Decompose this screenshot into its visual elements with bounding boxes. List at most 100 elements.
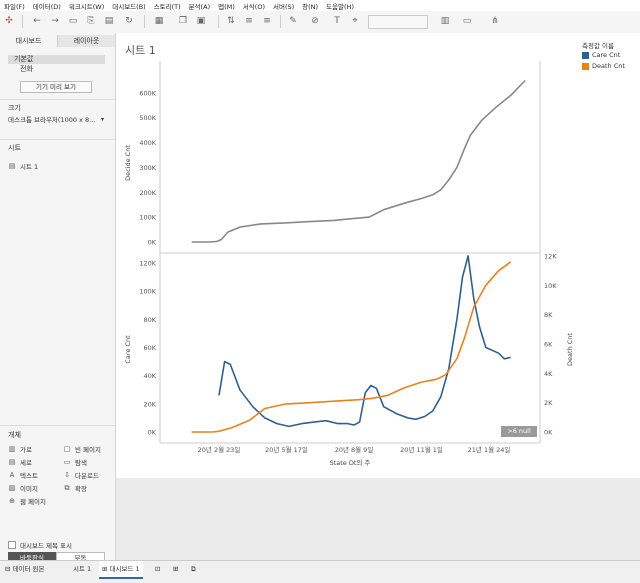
text-icon: A xyxy=(9,471,15,479)
blank-icon: □ xyxy=(63,445,71,453)
y2-tick-label: 10K xyxy=(544,282,557,290)
object-blank[interactable]: □ 빈 페이지 xyxy=(63,444,101,454)
new-story-icon[interactable]: ⧉ xyxy=(188,561,199,577)
horizontal-icon: ▥ xyxy=(8,445,16,453)
objects-title: 개체 xyxy=(8,431,21,439)
new-sheet-icon[interactable]: ⊡ xyxy=(152,561,163,577)
swap-icon[interactable]: ⇅ xyxy=(226,16,236,26)
menu-item[interactable]: 워크시트(W) xyxy=(69,1,104,11)
tab-sheet1[interactable]: 시트 1 xyxy=(70,561,94,577)
object-vertical[interactable]: ▤ 세로 xyxy=(8,457,32,467)
object-label: 웹 페이지 xyxy=(20,498,46,506)
clear-sheet-icon[interactable]: ▣ xyxy=(196,16,206,26)
new-dashboard-icon[interactable]: ⊞ xyxy=(170,561,181,577)
device-preview-button[interactable]: 기기 미리 보기 xyxy=(20,81,92,93)
datasource-icon: ⊟ xyxy=(5,565,11,573)
tab-dashboard[interactable]: 대시보드 xyxy=(0,35,57,47)
series-line-0 xyxy=(191,79,526,243)
datasource-tab-label: 데이터 원본 xyxy=(12,565,45,573)
new-worksheet-icon[interactable]: ▦ xyxy=(154,16,164,26)
undo-icon[interactable]: ← xyxy=(32,16,42,26)
sheet-item[interactable]: ▤ 시트 1 xyxy=(8,161,38,171)
menu-item[interactable]: 서식(O) xyxy=(243,1,265,11)
label-icon[interactable]: T xyxy=(332,16,342,26)
y2-tick-label: 6K xyxy=(544,341,553,349)
legend-title: 측정값 이름 xyxy=(582,42,614,50)
fit-dropdown[interactable] xyxy=(368,15,428,29)
legend-label: Death Cnt xyxy=(592,62,625,70)
toolbar-separator xyxy=(218,15,219,28)
y-tick-label: 120K xyxy=(139,260,156,268)
series-line-0 xyxy=(218,255,511,428)
legend-label: Care Cnt xyxy=(592,51,621,59)
null-badge[interactable]: >6 null xyxy=(501,426,537,437)
y-axis-label: Decide Cnt xyxy=(124,145,132,181)
show-title-row[interactable]: 대시보드 제목 표시 xyxy=(8,540,72,550)
show-title-checkbox[interactable] xyxy=(8,541,16,549)
dashboard-tab-label: 대시보드 1 xyxy=(109,565,140,573)
menu-item[interactable]: 데이터(D) xyxy=(33,1,61,11)
menu-item[interactable]: 분석(A) xyxy=(189,1,210,11)
object-image[interactable]: ▨ 이미지 xyxy=(8,483,38,493)
save-icon[interactable]: ▭ xyxy=(68,16,78,26)
group-icon[interactable]: ⊘ xyxy=(310,16,320,26)
tab-layout[interactable]: 레이아웃 xyxy=(57,35,115,47)
dashboard-pane: 대시보드 레이아웃 기본값 전화 기기 미리 보기 크기 데스크톱 브라우저(1… xyxy=(0,33,116,564)
redo-icon[interactable]: → xyxy=(50,16,60,26)
refresh-icon[interactable]: ↻ xyxy=(124,16,134,26)
chevron-down-icon[interactable]: ▾ xyxy=(101,116,104,123)
duplicate-icon[interactable]: ❐ xyxy=(178,16,188,26)
divider xyxy=(0,99,115,100)
object-text[interactable]: A 텍스트 xyxy=(8,470,38,480)
sheet-tabs-bar: ⊟ 데이터 원본 시트 1 ⊞ 대시보드 1 ⊡ ⊞ ⧉ xyxy=(0,560,640,583)
y2-tick-label: 0K xyxy=(544,429,553,437)
y-tick-label: 20K xyxy=(143,400,156,408)
x-tick-label: 20년 11월 1일 xyxy=(400,445,443,454)
y-tick-label: 500K xyxy=(139,114,156,122)
series-line-1 xyxy=(191,261,512,433)
divider xyxy=(0,425,115,426)
show-cards-icon[interactable]: ▥ xyxy=(440,16,450,26)
y-tick-label: 80K xyxy=(143,316,156,324)
object-extension[interactable]: ⧉ 확장 xyxy=(63,483,87,494)
highlight-icon[interactable]: ✎ xyxy=(288,16,298,26)
object-web[interactable]: ⊕ 웹 페이지 xyxy=(8,496,46,506)
menu-item[interactable]: 파일(F) xyxy=(4,1,25,11)
object-horizontal[interactable]: ▥ 가로 xyxy=(8,444,32,454)
presentation-icon[interactable]: ▭ xyxy=(462,16,472,26)
sort-descending-icon[interactable]: ≡ xyxy=(262,16,272,26)
x-tick-label: 20년 2월 23일 xyxy=(198,445,241,454)
y-tick-label: 0K xyxy=(148,239,157,247)
size-dropdown[interactable]: 데스크톱 브라우저(1000 x 8... xyxy=(8,115,106,125)
menu-item[interactable]: 서버(S) xyxy=(273,1,294,11)
tab-dashboard1[interactable]: ⊞ 대시보드 1 xyxy=(99,561,143,579)
y-tick-label: 300K xyxy=(139,164,156,172)
pause-updates-icon[interactable]: ▤ xyxy=(104,16,114,26)
menu-item[interactable]: 도움말(H) xyxy=(326,1,354,11)
size-title: 크기 xyxy=(8,104,21,112)
object-label: 세로 xyxy=(20,459,32,467)
y-tick-label: 100K xyxy=(139,214,156,222)
y2-tick-label: 8K xyxy=(544,311,553,319)
toolbar-separator xyxy=(144,15,145,28)
menu-item[interactable]: 대시보드(B) xyxy=(112,1,145,11)
object-download[interactable]: ⇩ 다운로드 xyxy=(63,470,99,480)
tableau-logo-icon[interactable]: ✣ xyxy=(4,16,14,26)
x-axis-label: State Dt의 주 xyxy=(330,458,371,467)
share-icon[interactable]: ⋔ xyxy=(490,16,500,26)
divider xyxy=(0,139,115,140)
menu-item[interactable]: 맵(M) xyxy=(218,1,235,11)
object-label: 확장 xyxy=(75,485,87,493)
sort-ascending-icon[interactable]: ≡ xyxy=(244,16,254,26)
new-datasource-icon[interactable]: ⎘ xyxy=(86,16,96,26)
y2-axis-label: Death Cnt xyxy=(566,333,574,366)
legend-swatch-care xyxy=(582,52,589,59)
object-navigation[interactable]: ▭ 탐색 xyxy=(63,457,87,467)
y-axis-label: Care Cnt xyxy=(124,335,132,364)
device-phone[interactable]: 전화 xyxy=(8,65,105,74)
fix-axes-icon[interactable]: ⌖ xyxy=(350,16,360,26)
device-default[interactable]: 기본값 xyxy=(8,55,105,64)
tab-datasource[interactable]: ⊟ 데이터 원본 xyxy=(2,561,48,577)
menu-item[interactable]: 스토리(T) xyxy=(154,1,181,11)
menu-item[interactable]: 창(N) xyxy=(302,1,318,11)
